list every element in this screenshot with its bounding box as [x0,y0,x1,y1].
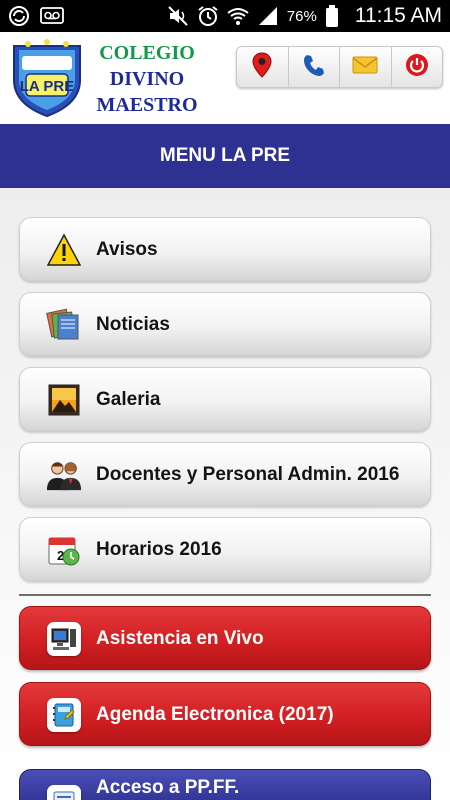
page-title: MENU LA PRE [159,145,291,166]
clock: 11:15 AM [354,4,442,27]
menu-item-noticias[interactable]: Noticias [19,292,431,356]
news-icon [46,307,82,343]
power-icon [405,53,429,82]
menu-item-label: Docentes y Personal Admin. 2016 [96,464,400,485]
school-name: COLEGIO DIVINO MAESTRO [92,40,202,118]
school-logo: LA PRE [8,38,86,118]
school-name-line3: MAESTRO [96,94,198,116]
menu-item-label: Agenda Electronica (2017) [96,704,334,725]
menu-item-label: Noticias [96,314,170,335]
logo-text: LA PRE [20,78,74,95]
phone-icon [302,53,326,82]
menu-item-asistencia[interactable]: Asistencia en Vivo [19,606,431,670]
warning-icon [46,232,82,268]
menu-title-bar: MENU LA PRE [0,124,450,188]
mute-icon [167,5,189,27]
menu-item-docentes[interactable]: Docentes y Personal Admin. 2016 [19,442,431,506]
school-name-line1: COLEGIO [99,42,195,64]
people-icon [46,457,82,493]
main-menu: Avisos Noticias Galeria Docentes y Perso… [0,188,450,800]
calendar-icon: 2 [46,532,82,568]
menu-divider [19,594,431,596]
status-bar: 76% 11:15 AM [0,0,450,32]
gallery-icon [46,382,82,418]
menu-item-horarios[interactable]: 2 Horarios 2016 [19,517,431,581]
menu-item-avisos[interactable]: Avisos [19,217,431,281]
app-header: LA PRE COLEGIO DIVINO MAESTRO [0,32,450,124]
signal-icon [257,5,279,27]
form-icon [46,784,82,800]
location-button[interactable] [237,47,289,87]
menu-item-label: Asistencia en Vivo [96,628,264,649]
location-pin-icon [251,51,273,83]
menu-item-label: Horarios 2016 [96,539,222,560]
battery-percent: 76% [286,7,317,25]
sync-icon [8,5,30,27]
menu-item-agenda[interactable]: Agenda Electronica (2017) [19,682,431,746]
menu-item-galeria[interactable]: Galeria [19,367,431,431]
mail-icon [352,55,378,80]
notebook-icon [46,697,82,733]
mail-button[interactable] [340,47,392,87]
voicemail-icon [40,5,64,27]
school-name-line2: DIVINO [109,68,185,90]
menu-item-label: Acceso a PP.FF. [96,777,240,798]
power-button[interactable] [392,47,443,87]
menu-item-acceso-ppff[interactable]: Acceso a PP.FF. [19,769,431,800]
computer-icon [46,621,82,657]
contact-toolbar [236,46,443,88]
alarm-icon [197,5,219,27]
battery-icon [325,5,347,27]
menu-item-label: Avisos [96,239,158,260]
wifi-icon [227,5,249,27]
phone-button[interactable] [289,47,340,87]
menu-item-label: Galeria [96,389,161,410]
